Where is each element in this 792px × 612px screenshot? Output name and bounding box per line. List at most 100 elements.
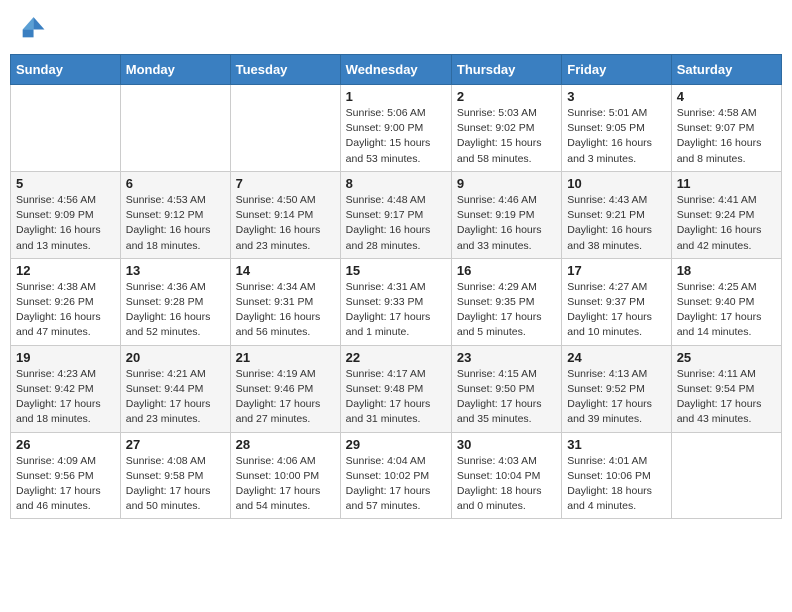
calendar-cell: 27 Sunrise: 4:08 AMSunset: 9:58 PMDayligh…: [120, 432, 230, 519]
day-number: 4: [677, 89, 776, 104]
day-number: 18: [677, 263, 776, 278]
calendar-week-row: 1 Sunrise: 5:06 AMSunset: 9:00 PMDaylight…: [11, 85, 782, 172]
day-number: 10: [567, 176, 665, 191]
day-number: 31: [567, 437, 665, 452]
calendar-week-row: 5 Sunrise: 4:56 AMSunset: 9:09 PMDaylight…: [11, 171, 782, 258]
calendar-week-row: 19Sunrise: 4:23 AMSunset: 9:42 PMDayligh…: [11, 345, 782, 432]
col-header-wednesday: Wednesday: [340, 55, 451, 85]
day-number: 12: [16, 263, 115, 278]
day-info: Sunrise: 4:15 AMSunset: 9:50 PMDaylight:…: [457, 367, 556, 428]
calendar-cell: 1 Sunrise: 5:06 AMSunset: 9:00 PMDaylight…: [340, 85, 451, 172]
day-info: Sunrise: 5:03 AMSunset: 9:02 PMDaylight:…: [457, 106, 556, 167]
day-info: Sunrise: 4:11 AMSunset: 9:54 PMDaylight:…: [677, 367, 776, 428]
calendar-cell: 3 Sunrise: 5:01 AMSunset: 9:05 PMDaylight…: [562, 85, 671, 172]
day-number: 6: [126, 176, 225, 191]
day-info: Sunrise: 4:01 AMSunset: 10:06 PMDaylight…: [567, 454, 665, 515]
day-number: 25: [677, 350, 776, 365]
day-info: Sunrise: 5:06 AMSunset: 9:00 PMDaylight:…: [346, 106, 446, 167]
calendar-cell: 4 Sunrise: 4:58 AMSunset: 9:07 PMDaylight…: [671, 85, 781, 172]
day-number: 2: [457, 89, 556, 104]
day-number: 15: [346, 263, 446, 278]
calendar-cell: 26Sunrise: 4:09 AMSunset: 9:56 PMDayligh…: [11, 432, 121, 519]
day-number: 30: [457, 437, 556, 452]
day-info: Sunrise: 4:04 AMSunset: 10:02 PMDaylight…: [346, 454, 446, 515]
col-header-monday: Monday: [120, 55, 230, 85]
day-number: 17: [567, 263, 665, 278]
calendar-cell: 13 Sunrise: 4:36 AMSunset: 9:28 PMDayligh…: [120, 258, 230, 345]
calendar-table: SundayMondayTuesdayWednesdayThursdayFrid…: [10, 54, 782, 519]
calendar-cell: 9 Sunrise: 4:46 AMSunset: 9:19 PMDaylight…: [451, 171, 561, 258]
day-info: Sunrise: 4:29 AMSunset: 9:35 PMDaylight:…: [457, 280, 556, 341]
day-info: Sunrise: 4:48 AMSunset: 9:17 PMDaylight:…: [346, 193, 446, 254]
calendar-cell: 28 Sunrise: 4:06 AMSunset: 10:00 PMDaylig…: [230, 432, 340, 519]
day-number: 9: [457, 176, 556, 191]
calendar-cell: 23 Sunrise: 4:15 AMSunset: 9:50 PMDayligh…: [451, 345, 561, 432]
day-info: Sunrise: 4:50 AMSunset: 9:14 PMDaylight:…: [236, 193, 335, 254]
day-number: 21: [236, 350, 335, 365]
day-info: Sunrise: 4:46 AMSunset: 9:19 PMDaylight:…: [457, 193, 556, 254]
calendar-cell: 29Sunrise: 4:04 AMSunset: 10:02 PMDaylig…: [340, 432, 451, 519]
calendar-cell: 5 Sunrise: 4:56 AMSunset: 9:09 PMDaylight…: [11, 171, 121, 258]
day-info: Sunrise: 4:19 AMSunset: 9:46 PMDaylight:…: [236, 367, 335, 428]
day-info: Sunrise: 4:58 AMSunset: 9:07 PMDaylight:…: [677, 106, 776, 167]
calendar-cell: 15 Sunrise: 4:31 AMSunset: 9:33 PMDayligh…: [340, 258, 451, 345]
day-info: Sunrise: 4:03 AMSunset: 10:04 PMDaylight…: [457, 454, 556, 515]
day-info: Sunrise: 5:01 AMSunset: 9:05 PMDaylight:…: [567, 106, 665, 167]
day-info: Sunrise: 4:17 AMSunset: 9:48 PMDaylight:…: [346, 367, 446, 428]
day-number: 11: [677, 176, 776, 191]
day-info: Sunrise: 4:23 AMSunset: 9:42 PMDaylight:…: [16, 367, 115, 428]
day-info: Sunrise: 4:36 AMSunset: 9:28 PMDaylight:…: [126, 280, 225, 341]
calendar-cell: 17 Sunrise: 4:27 AMSunset: 9:37 PMDayligh…: [562, 258, 671, 345]
col-header-friday: Friday: [562, 55, 671, 85]
day-number: 22: [346, 350, 446, 365]
calendar-cell: 19Sunrise: 4:23 AMSunset: 9:42 PMDayligh…: [11, 345, 121, 432]
day-number: 20: [126, 350, 225, 365]
calendar-cell: [120, 85, 230, 172]
day-info: Sunrise: 4:08 AMSunset: 9:58 PMDaylight:…: [126, 454, 225, 515]
calendar-cell: 12 Sunrise: 4:38 AMSunset: 9:26 PMDayligh…: [11, 258, 121, 345]
calendar-cell: 21 Sunrise: 4:19 AMSunset: 9:46 PMDayligh…: [230, 345, 340, 432]
day-info: Sunrise: 4:25 AMSunset: 9:40 PMDaylight:…: [677, 280, 776, 341]
col-header-thursday: Thursday: [451, 55, 561, 85]
calendar-cell: 11 Sunrise: 4:41 AMSunset: 9:24 PMDayligh…: [671, 171, 781, 258]
day-number: 1: [346, 89, 446, 104]
col-header-saturday: Saturday: [671, 55, 781, 85]
day-number: 26: [16, 437, 115, 452]
day-number: 16: [457, 263, 556, 278]
day-number: 13: [126, 263, 225, 278]
day-number: 7: [236, 176, 335, 191]
calendar-cell: 30 Sunrise: 4:03 AMSunset: 10:04 PMDaylig…: [451, 432, 561, 519]
day-number: 24: [567, 350, 665, 365]
logo-icon: [18, 14, 46, 42]
col-header-sunday: Sunday: [11, 55, 121, 85]
day-info: Sunrise: 4:41 AMSunset: 9:24 PMDaylight:…: [677, 193, 776, 254]
calendar-cell: 18 Sunrise: 4:25 AMSunset: 9:40 PMDayligh…: [671, 258, 781, 345]
calendar-header-row: SundayMondayTuesdayWednesdayThursdayFrid…: [11, 55, 782, 85]
day-info: Sunrise: 4:34 AMSunset: 9:31 PMDaylight:…: [236, 280, 335, 341]
day-info: Sunrise: 4:38 AMSunset: 9:26 PMDaylight:…: [16, 280, 115, 341]
day-number: 27: [126, 437, 225, 452]
day-number: 3: [567, 89, 665, 104]
calendar-cell: 10Sunrise: 4:43 AMSunset: 9:21 PMDayligh…: [562, 171, 671, 258]
calendar-cell: 7 Sunrise: 4:50 AMSunset: 9:14 PMDaylight…: [230, 171, 340, 258]
calendar-cell: 14 Sunrise: 4:34 AMSunset: 9:31 PMDayligh…: [230, 258, 340, 345]
calendar-cell: 16 Sunrise: 4:29 AMSunset: 9:35 PMDayligh…: [451, 258, 561, 345]
calendar-cell: 6 Sunrise: 4:53 AMSunset: 9:12 PMDaylight…: [120, 171, 230, 258]
col-header-tuesday: Tuesday: [230, 55, 340, 85]
day-number: 5: [16, 176, 115, 191]
calendar-cell: 24 Sunrise: 4:13 AMSunset: 9:52 PMDayligh…: [562, 345, 671, 432]
day-info: Sunrise: 4:27 AMSunset: 9:37 PMDaylight:…: [567, 280, 665, 341]
day-info: Sunrise: 4:13 AMSunset: 9:52 PMDaylight:…: [567, 367, 665, 428]
calendar-cell: 2 Sunrise: 5:03 AMSunset: 9:02 PMDaylight…: [451, 85, 561, 172]
calendar-cell: 22 Sunrise: 4:17 AMSunset: 9:48 PMDayligh…: [340, 345, 451, 432]
day-info: Sunrise: 4:56 AMSunset: 9:09 PMDaylight:…: [16, 193, 115, 254]
day-number: 23: [457, 350, 556, 365]
day-number: 28: [236, 437, 335, 452]
calendar-week-row: 12 Sunrise: 4:38 AMSunset: 9:26 PMDayligh…: [11, 258, 782, 345]
calendar-cell: [671, 432, 781, 519]
day-info: Sunrise: 4:31 AMSunset: 9:33 PMDaylight:…: [346, 280, 446, 341]
day-info: Sunrise: 4:53 AMSunset: 9:12 PMDaylight:…: [126, 193, 225, 254]
day-info: Sunrise: 4:06 AMSunset: 10:00 PMDaylight…: [236, 454, 335, 515]
day-number: 14: [236, 263, 335, 278]
calendar-cell: [230, 85, 340, 172]
